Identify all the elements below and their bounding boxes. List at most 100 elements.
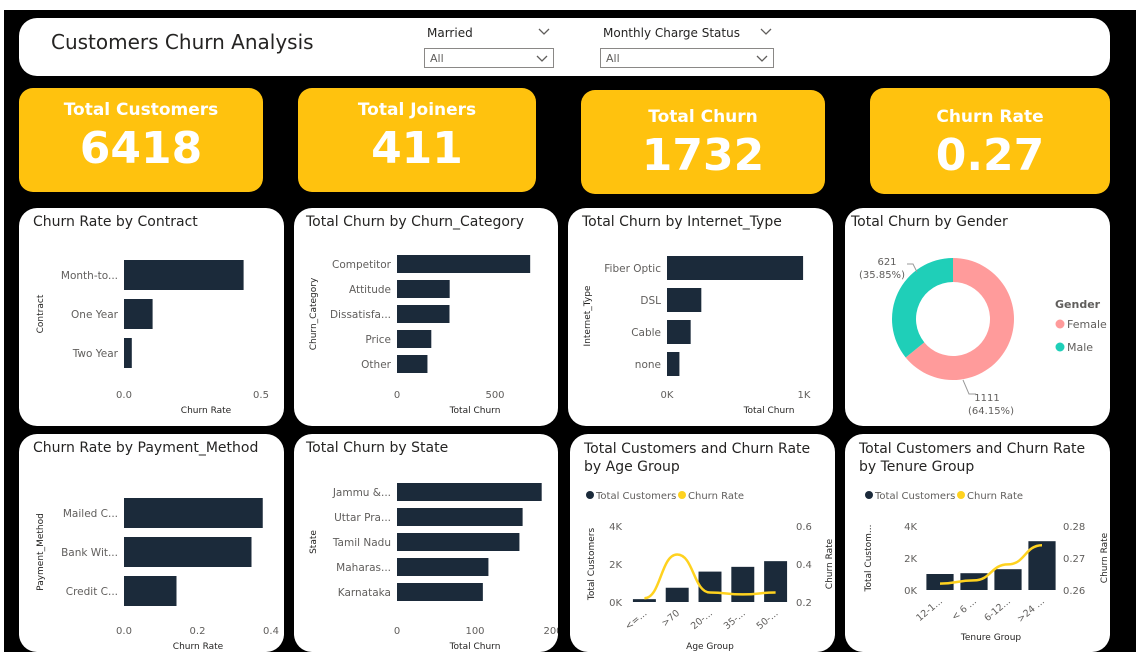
kpi-card-total-churn: Total Churn 1732 [581, 90, 825, 194]
legend-marker [957, 491, 965, 499]
legend-marker [1055, 342, 1065, 352]
chart-panel-contract: Churn Rate by Contract Month-to... One Ye… [19, 208, 284, 426]
category-label: 6-12... [982, 596, 1013, 624]
x-tick-label: 500 [485, 390, 504, 401]
category-label: Maharas... [336, 562, 391, 574]
bar [667, 352, 680, 376]
leader-line [962, 379, 976, 395]
kpi-card-churn-rate: Churn Rate 0.27 [870, 88, 1110, 194]
x-axis-label: Churn Rate [181, 406, 232, 416]
category-label: Attitude [349, 284, 391, 296]
category-label: Dissatisfa... [330, 309, 391, 321]
bar [632, 599, 656, 602]
y-tick-label: 4K [904, 522, 917, 533]
chart-panel-gender: Total Churn by Gender 621 (35.85%) 1111 (64… [845, 208, 1110, 426]
married-collapse-chevron-icon[interactable] [538, 28, 550, 36]
x-tick-label: 0.4 [263, 626, 279, 637]
category-label: >24 ... [1015, 596, 1047, 625]
chart-panel-churn-category: Total Churn by Churn_Category Competitor… [294, 208, 558, 426]
bar [397, 255, 531, 273]
legend-marker [678, 491, 686, 499]
x-tick-label: 0.2 [190, 626, 206, 637]
bar [397, 558, 489, 576]
legend-label: Female [1067, 318, 1107, 331]
married-dropdown-value: All [430, 52, 444, 65]
y2-tick-label: 0.2 [796, 598, 812, 609]
bar [667, 256, 804, 280]
bar [397, 483, 542, 501]
x-axis-label: Total Churn [449, 406, 501, 416]
legend-marker [586, 491, 594, 499]
category-label: Other [361, 359, 391, 371]
kpi-label: Total Churn [648, 107, 758, 127]
x-axis-label: Total Churn [743, 406, 795, 416]
x-tick-label: 0 [394, 390, 400, 401]
data-label: (64.15%) [968, 406, 1014, 417]
y-axis-label: Total Custom... [864, 525, 874, 593]
x-tick-label: 0.5 [253, 390, 269, 401]
leader-line [907, 263, 918, 273]
data-label: 1111 [974, 393, 999, 404]
chart-contract: Month-to... One Year Two Year 0.0 0.5 Churn R… [36, 260, 269, 416]
category-label: Bank Wit... [61, 547, 118, 559]
category-label: Tamil Nadu [332, 537, 391, 549]
category-label: 20-... [689, 608, 715, 632]
kpi-label: Total Joiners [357, 100, 477, 120]
chart-panel-payment-method: Churn Rate by Payment_Method Mailed C...… [19, 434, 284, 652]
legend-marker [865, 491, 873, 499]
chart-panel-internet-type: Total Churn by Internet_Type Fiber Optic… [568, 208, 833, 426]
x-tick-label: 0.0 [116, 390, 132, 401]
kpi-value: 0.27 [935, 130, 1045, 181]
category-label: Two Year [72, 348, 119, 360]
bar [397, 355, 428, 373]
kpi-value: 6418 [79, 123, 203, 174]
header-panel: Customers Churn Analysis Married All Mon… [19, 18, 1110, 76]
bar [124, 260, 244, 290]
x-tick-label: 200 [543, 626, 558, 637]
x-axis-label: Total Churn [449, 642, 501, 652]
kpi-value: 411 [371, 123, 463, 174]
category-label: DSL [640, 295, 661, 307]
dashboard-canvas: Customers Churn Analysis Married All Mon… [4, 10, 1136, 652]
monthly-charge-filter-label: Monthly Charge Status [603, 26, 740, 40]
bar [124, 576, 177, 606]
bar [397, 330, 432, 348]
x-tick-label: 0K [661, 390, 674, 401]
bar [397, 508, 523, 526]
bar [667, 320, 691, 344]
y-axis-label: Total Customers [587, 528, 597, 602]
y-tick-label: 0K [609, 598, 622, 609]
category-label: Cable [631, 327, 661, 339]
page-title: Customers Churn Analysis [51, 30, 314, 54]
y-axis-label: Contract [36, 294, 46, 333]
bar [124, 338, 132, 368]
x-tick-label: 1K [798, 390, 811, 401]
y2-tick-label: 0.4 [796, 560, 812, 571]
chart-panel-state: Total Churn by State Jammu &... Uttar Pra… [294, 434, 558, 652]
married-dropdown[interactable]: All [424, 48, 554, 68]
chart-tenure-group: Total Customers Churn Rate 0K 2K 4K 0.26 0.27 0… [864, 491, 1110, 643]
kpi-card-total-joiners: Total Joiners 411 [298, 88, 536, 192]
category-label: < 6 ... [950, 596, 979, 623]
monthly-charge-dropdown[interactable]: All [600, 48, 774, 68]
bar [397, 583, 483, 601]
legend-title: Gender [1055, 298, 1101, 311]
data-label: (35.85%) [859, 270, 905, 281]
x-tick-label: 0 [394, 626, 400, 637]
category-label: Mailed C... [63, 508, 118, 520]
category-label: Month-to... [61, 270, 118, 282]
x-axis-label: Age Group [686, 642, 734, 652]
kpi-card-total-customers: Total Customers 6418 [19, 88, 263, 192]
chart-payment-method: Mailed C... Bank Wit... Credit C... 0.0 0.2 0… [36, 498, 279, 652]
chart-age-group: Total Customers Churn Rate 0K 2K 4K 0.2 0.4 0.6… [586, 491, 835, 652]
y2-tick-label: 0.6 [796, 522, 812, 533]
bar [124, 299, 153, 329]
kpi-label: Total Customers [63, 100, 219, 120]
category-label: 35-... [722, 608, 748, 632]
category-label: Uttar Pra... [334, 512, 391, 524]
category-label: >70 [660, 608, 682, 629]
chart-panel-tenure-group: Total Customers and Churn Rate by Tenure… [845, 434, 1110, 652]
monthly-charge-collapse-chevron-icon[interactable] [760, 28, 772, 36]
bar [667, 288, 702, 312]
category-label: none [635, 359, 661, 371]
